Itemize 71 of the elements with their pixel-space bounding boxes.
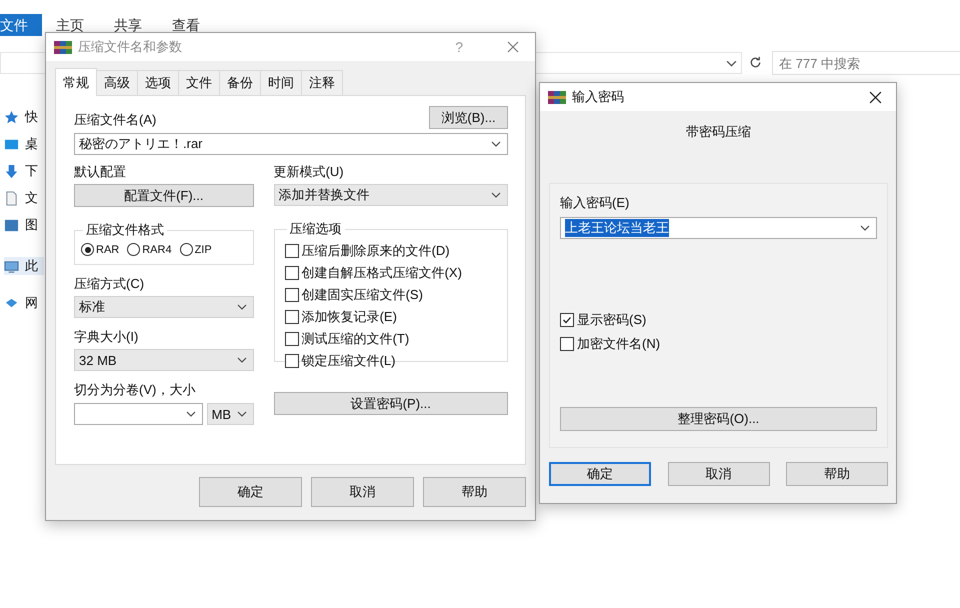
sidebar-item[interactable]: 网 bbox=[4, 294, 44, 312]
dialog-heading: 带密码压缩 bbox=[685, 123, 752, 141]
ribbon-tab[interactable]: 文件 bbox=[0, 14, 42, 36]
checkbox[interactable]: 压缩后删除原来的文件(D) bbox=[284, 240, 497, 262]
sidebar-item[interactable]: 文 bbox=[4, 189, 44, 207]
refresh-icon bbox=[748, 55, 762, 70]
dialog-button[interactable]: 确定 bbox=[549, 462, 651, 486]
field-label: 字典大小(I) bbox=[74, 328, 140, 346]
checkbox[interactable]: 创建自解压格式压缩文件(X) bbox=[284, 262, 497, 284]
field-label: 压缩方式(C) bbox=[74, 275, 146, 293]
sidebar-item[interactable]: 桌 bbox=[4, 135, 44, 153]
method-dropdown[interactable]: 标准 bbox=[74, 296, 254, 318]
chevron-icon bbox=[491, 141, 501, 147]
books-icon bbox=[548, 89, 566, 105]
checkbox[interactable]: 显示密码(S) bbox=[560, 309, 877, 331]
field-label: 压缩文件名(A) bbox=[74, 111, 156, 129]
chevron-icon bbox=[860, 225, 870, 231]
image-icon bbox=[4, 218, 19, 232]
checkbox[interactable]: 测试压缩的文件(T) bbox=[284, 328, 497, 350]
radio-button[interactable]: RAR4 bbox=[127, 243, 172, 256]
dialog-button[interactable]: 取消 bbox=[668, 462, 770, 486]
field-label: 默认配置 bbox=[74, 163, 127, 181]
checkbox[interactable]: 创建固实压缩文件(S) bbox=[284, 284, 497, 306]
filename-dropdown[interactable]: 秘密のアトリエ！.rar bbox=[74, 133, 508, 155]
computer-icon bbox=[4, 258, 19, 274]
dialog-button[interactable]: 取消 bbox=[311, 477, 414, 507]
radio-button[interactable]: ZIP bbox=[180, 243, 212, 256]
group-title: 压缩选项 bbox=[288, 220, 343, 238]
chevron-icon bbox=[491, 192, 501, 198]
ribbon-tab[interactable]: 共享 bbox=[100, 14, 158, 36]
tab[interactable]: 注释 bbox=[301, 70, 343, 95]
checkbox[interactable]: 加密文件名(N) bbox=[560, 333, 877, 355]
sidebar-item[interactable]: 下 bbox=[4, 162, 44, 180]
radio-button[interactable]: RAR bbox=[81, 243, 120, 256]
ribbon-tab[interactable]: 查看 bbox=[158, 14, 216, 36]
books-icon bbox=[54, 39, 72, 55]
search-field[interactable]: 在 777 中搜索 bbox=[772, 51, 960, 75]
star-icon bbox=[4, 110, 19, 124]
chevron-icon bbox=[236, 411, 247, 417]
dictionary-dropdown[interactable]: 32 MB bbox=[74, 349, 254, 371]
group-title: 压缩文件格式 bbox=[85, 221, 165, 239]
dialog-button[interactable]: 帮助 bbox=[786, 462, 888, 486]
dialog-button[interactable]: 帮助 bbox=[423, 477, 526, 507]
profile-button[interactable]: 配置文件(F)... bbox=[74, 184, 254, 207]
chevron-icon bbox=[236, 304, 247, 310]
field-label: 输入密码(E) bbox=[560, 194, 630, 212]
password-field[interactable]: 上老王论坛当老王 bbox=[560, 217, 877, 239]
window-title: 压缩文件名和参数 bbox=[78, 38, 183, 56]
sidebar-item[interactable]: 快 bbox=[4, 108, 44, 126]
unit-dropdown[interactable]: MB bbox=[206, 403, 254, 425]
set-password-button[interactable]: 设置密码(P)... bbox=[274, 392, 508, 415]
checkbox[interactable]: 锁定压缩文件(L) bbox=[284, 350, 497, 372]
chevron-icon bbox=[186, 411, 196, 417]
field-label: 切分为分卷(V)，大小 bbox=[74, 381, 196, 399]
tab[interactable]: 常规 bbox=[55, 68, 97, 96]
dialog-button[interactable]: 确定 bbox=[199, 477, 302, 507]
browse-button[interactable]: 浏览(B)... bbox=[429, 106, 508, 129]
sidebar-item[interactable]: 图 bbox=[4, 216, 44, 234]
organize-button[interactable]: 整理密码(O)... bbox=[560, 407, 877, 431]
checkmark-icon bbox=[562, 315, 572, 325]
sidebar-item[interactable]: 此 bbox=[4, 257, 44, 275]
checkbox[interactable]: 添加恢复记录(E) bbox=[284, 306, 497, 328]
chevron-icon bbox=[236, 357, 247, 363]
window-title: 输入密码 bbox=[572, 88, 625, 106]
ribbon-tab[interactable]: 主页 bbox=[42, 14, 100, 36]
document-icon bbox=[4, 190, 19, 206]
down-arrow-icon bbox=[4, 164, 19, 178]
chevron-icon bbox=[726, 60, 737, 66]
close-icon[interactable] bbox=[869, 90, 882, 104]
update-mode-dropdown[interactable]: 添加并替换文件 bbox=[274, 184, 508, 206]
field-label: 更新模式(U) bbox=[274, 163, 345, 181]
